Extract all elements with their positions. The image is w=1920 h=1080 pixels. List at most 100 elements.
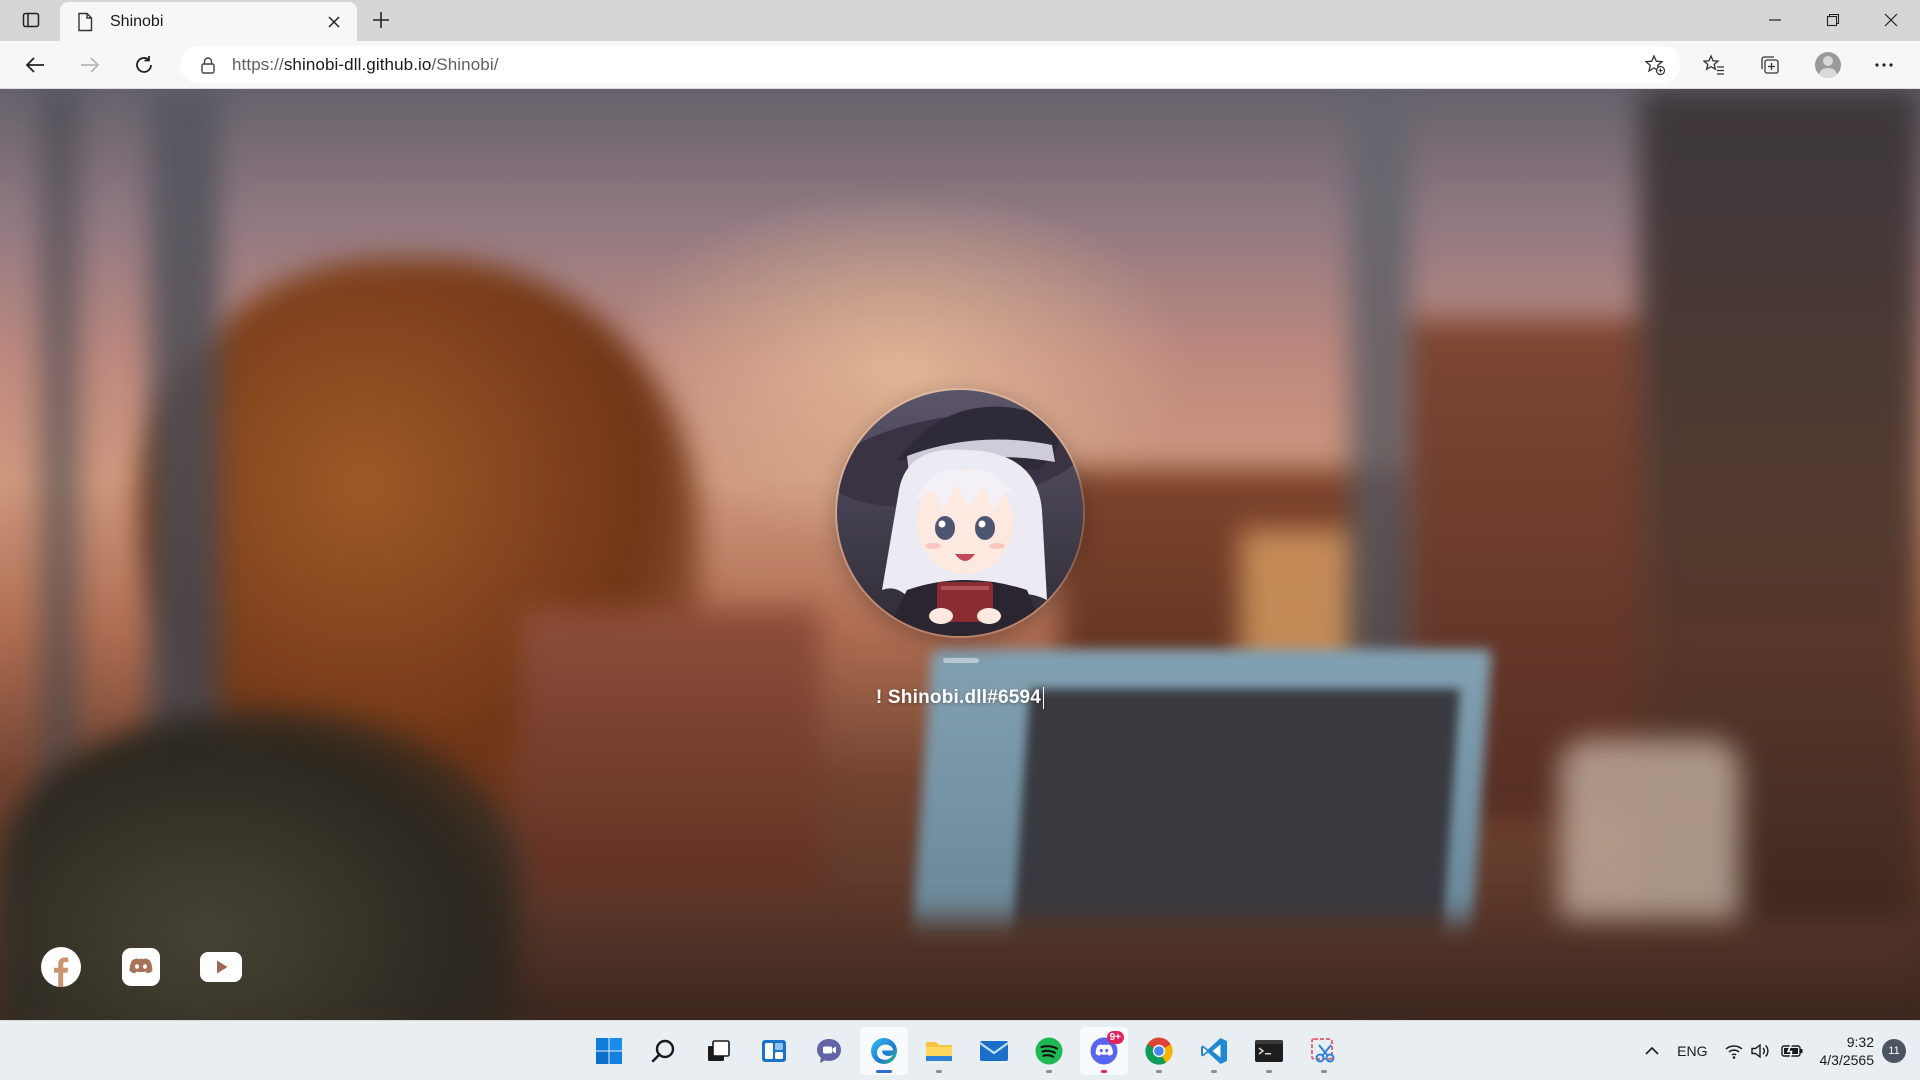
browser-toolbar: https://shinobi-dll.github.io/Shinobi/ (0, 41, 1920, 89)
mail-icon (979, 1041, 1009, 1061)
running-indicator (1266, 1070, 1272, 1073)
minimize-button[interactable] (1746, 0, 1804, 40)
favorites-icon (1703, 54, 1724, 75)
task-view-button[interactable] (695, 1027, 743, 1075)
quick-settings-button[interactable] (1718, 1031, 1810, 1071)
restore-icon (1826, 13, 1840, 27)
widgets-icon (762, 1040, 786, 1062)
page-viewport: ! Shinobi.dll#6594 (0, 89, 1920, 1020)
discord-link[interactable] (118, 944, 164, 990)
input-language[interactable]: ENG (1667, 1031, 1717, 1071)
text-caret (1043, 687, 1045, 709)
system-tray: ENG 9:32 4/3/2565 11 (1637, 1021, 1920, 1080)
edge-icon (871, 1038, 897, 1064)
arrow-right-icon (81, 57, 100, 73)
taskbar-apps: 9+ (585, 1027, 1348, 1075)
running-indicator (1101, 1070, 1107, 1073)
youtube-link[interactable] (198, 944, 244, 990)
discord-app-button[interactable]: 9+ (1080, 1027, 1128, 1075)
window-controls (1746, 0, 1920, 40)
running-indicator (1046, 1070, 1052, 1073)
mail-button[interactable] (970, 1027, 1018, 1075)
facebook-link[interactable] (38, 944, 84, 990)
close-icon (1884, 13, 1898, 27)
battery-charging-icon (1780, 1042, 1802, 1060)
chevron-up-icon (1645, 1046, 1659, 1055)
edge-button[interactable] (860, 1027, 908, 1075)
close-window-button[interactable] (1862, 0, 1920, 40)
snipping-tool-button[interactable] (1300, 1027, 1348, 1075)
arrow-left-icon (25, 57, 44, 73)
search-button[interactable] (640, 1027, 688, 1075)
plus-icon (373, 12, 389, 28)
running-indicator (1321, 1070, 1327, 1073)
clock-button[interactable]: 9:32 4/3/2565 (1810, 1033, 1883, 1069)
vscode-button[interactable] (1190, 1027, 1238, 1075)
spotify-icon (1035, 1037, 1063, 1065)
tab-actions-icon (22, 12, 40, 28)
more-icon (1875, 63, 1893, 67)
volume-icon (1750, 1043, 1769, 1059)
running-indicator (1211, 1070, 1217, 1073)
discord-icon (122, 948, 160, 986)
url-host: shinobi-dll.github.io (283, 54, 432, 74)
minimize-icon (1769, 19, 1781, 21)
url-scheme: https:// (232, 54, 284, 74)
active-indicator (876, 1070, 892, 1073)
page-icon (74, 11, 96, 33)
show-hidden-icons-button[interactable] (1637, 1031, 1667, 1071)
social-links (38, 944, 244, 990)
url-path: /Shinobi/ (431, 54, 499, 74)
restore-button[interactable] (1804, 0, 1862, 40)
folder-icon (926, 1042, 952, 1061)
terminal-button[interactable] (1245, 1027, 1293, 1075)
running-indicator (936, 1070, 942, 1073)
username-text: ! Shinobi.dll#6594 (875, 687, 1042, 709)
refresh-button[interactable] (125, 46, 163, 84)
close-tab-button[interactable] (321, 9, 347, 35)
back-button[interactable] (16, 46, 54, 84)
collections-button[interactable] (1750, 46, 1790, 84)
terminal-icon (1255, 1040, 1283, 1062)
settings-menu-button[interactable] (1864, 46, 1904, 84)
chrome-icon (1145, 1037, 1173, 1065)
windows-logo-icon (596, 1038, 622, 1064)
collections-icon (1761, 56, 1779, 74)
teams-chat-button[interactable] (805, 1027, 853, 1075)
youtube-icon (200, 952, 242, 982)
add-favorite-button[interactable] (1642, 52, 1668, 78)
chrome-button[interactable] (1135, 1027, 1183, 1075)
notification-center-button[interactable]: 11 (1882, 1039, 1906, 1063)
spotify-button[interactable] (1025, 1027, 1073, 1075)
vscode-icon (1201, 1038, 1227, 1064)
star-add-icon (1644, 54, 1666, 76)
windows-taskbar: 9+ ENG 9:32 4/3/2565 11 (0, 1020, 1920, 1080)
lock-icon[interactable] (198, 55, 218, 75)
running-indicator (1156, 1070, 1162, 1073)
new-tab-button[interactable] (366, 6, 396, 34)
task-view-icon (708, 1040, 730, 1061)
url-text: https://shinobi-dll.github.io/Shinobi/ (232, 55, 499, 75)
forward-button[interactable] (71, 46, 109, 84)
profile-avatar (835, 388, 1085, 638)
close-icon (328, 15, 340, 28)
browser-tab[interactable]: Shinobi (60, 2, 357, 41)
file-explorer-button[interactable] (915, 1027, 963, 1075)
chat-icon (817, 1039, 841, 1063)
clock-time: 9:32 (1846, 1034, 1874, 1050)
start-button[interactable] (585, 1027, 633, 1075)
widgets-button[interactable] (750, 1027, 798, 1075)
tab-title: Shinobi (110, 12, 164, 30)
browser-titlebar: Shinobi (0, 0, 1920, 41)
separator-bar (943, 658, 979, 663)
wifi-icon (1725, 1045, 1742, 1059)
discord-username: ! Shinobi.dll#6594 (760, 687, 1160, 709)
facebook-icon (41, 947, 81, 987)
address-bar[interactable]: https://shinobi-dll.github.io/Shinobi/ (180, 46, 1680, 83)
profile-avatar-icon (1815, 52, 1841, 78)
clock-date: 4/3/2565 (1819, 1052, 1875, 1068)
tab-actions-button[interactable] (10, 6, 52, 34)
favorites-button[interactable] (1694, 46, 1734, 84)
profile-button[interactable] (1808, 46, 1848, 84)
notification-badge: 9+ (1106, 1031, 1124, 1044)
